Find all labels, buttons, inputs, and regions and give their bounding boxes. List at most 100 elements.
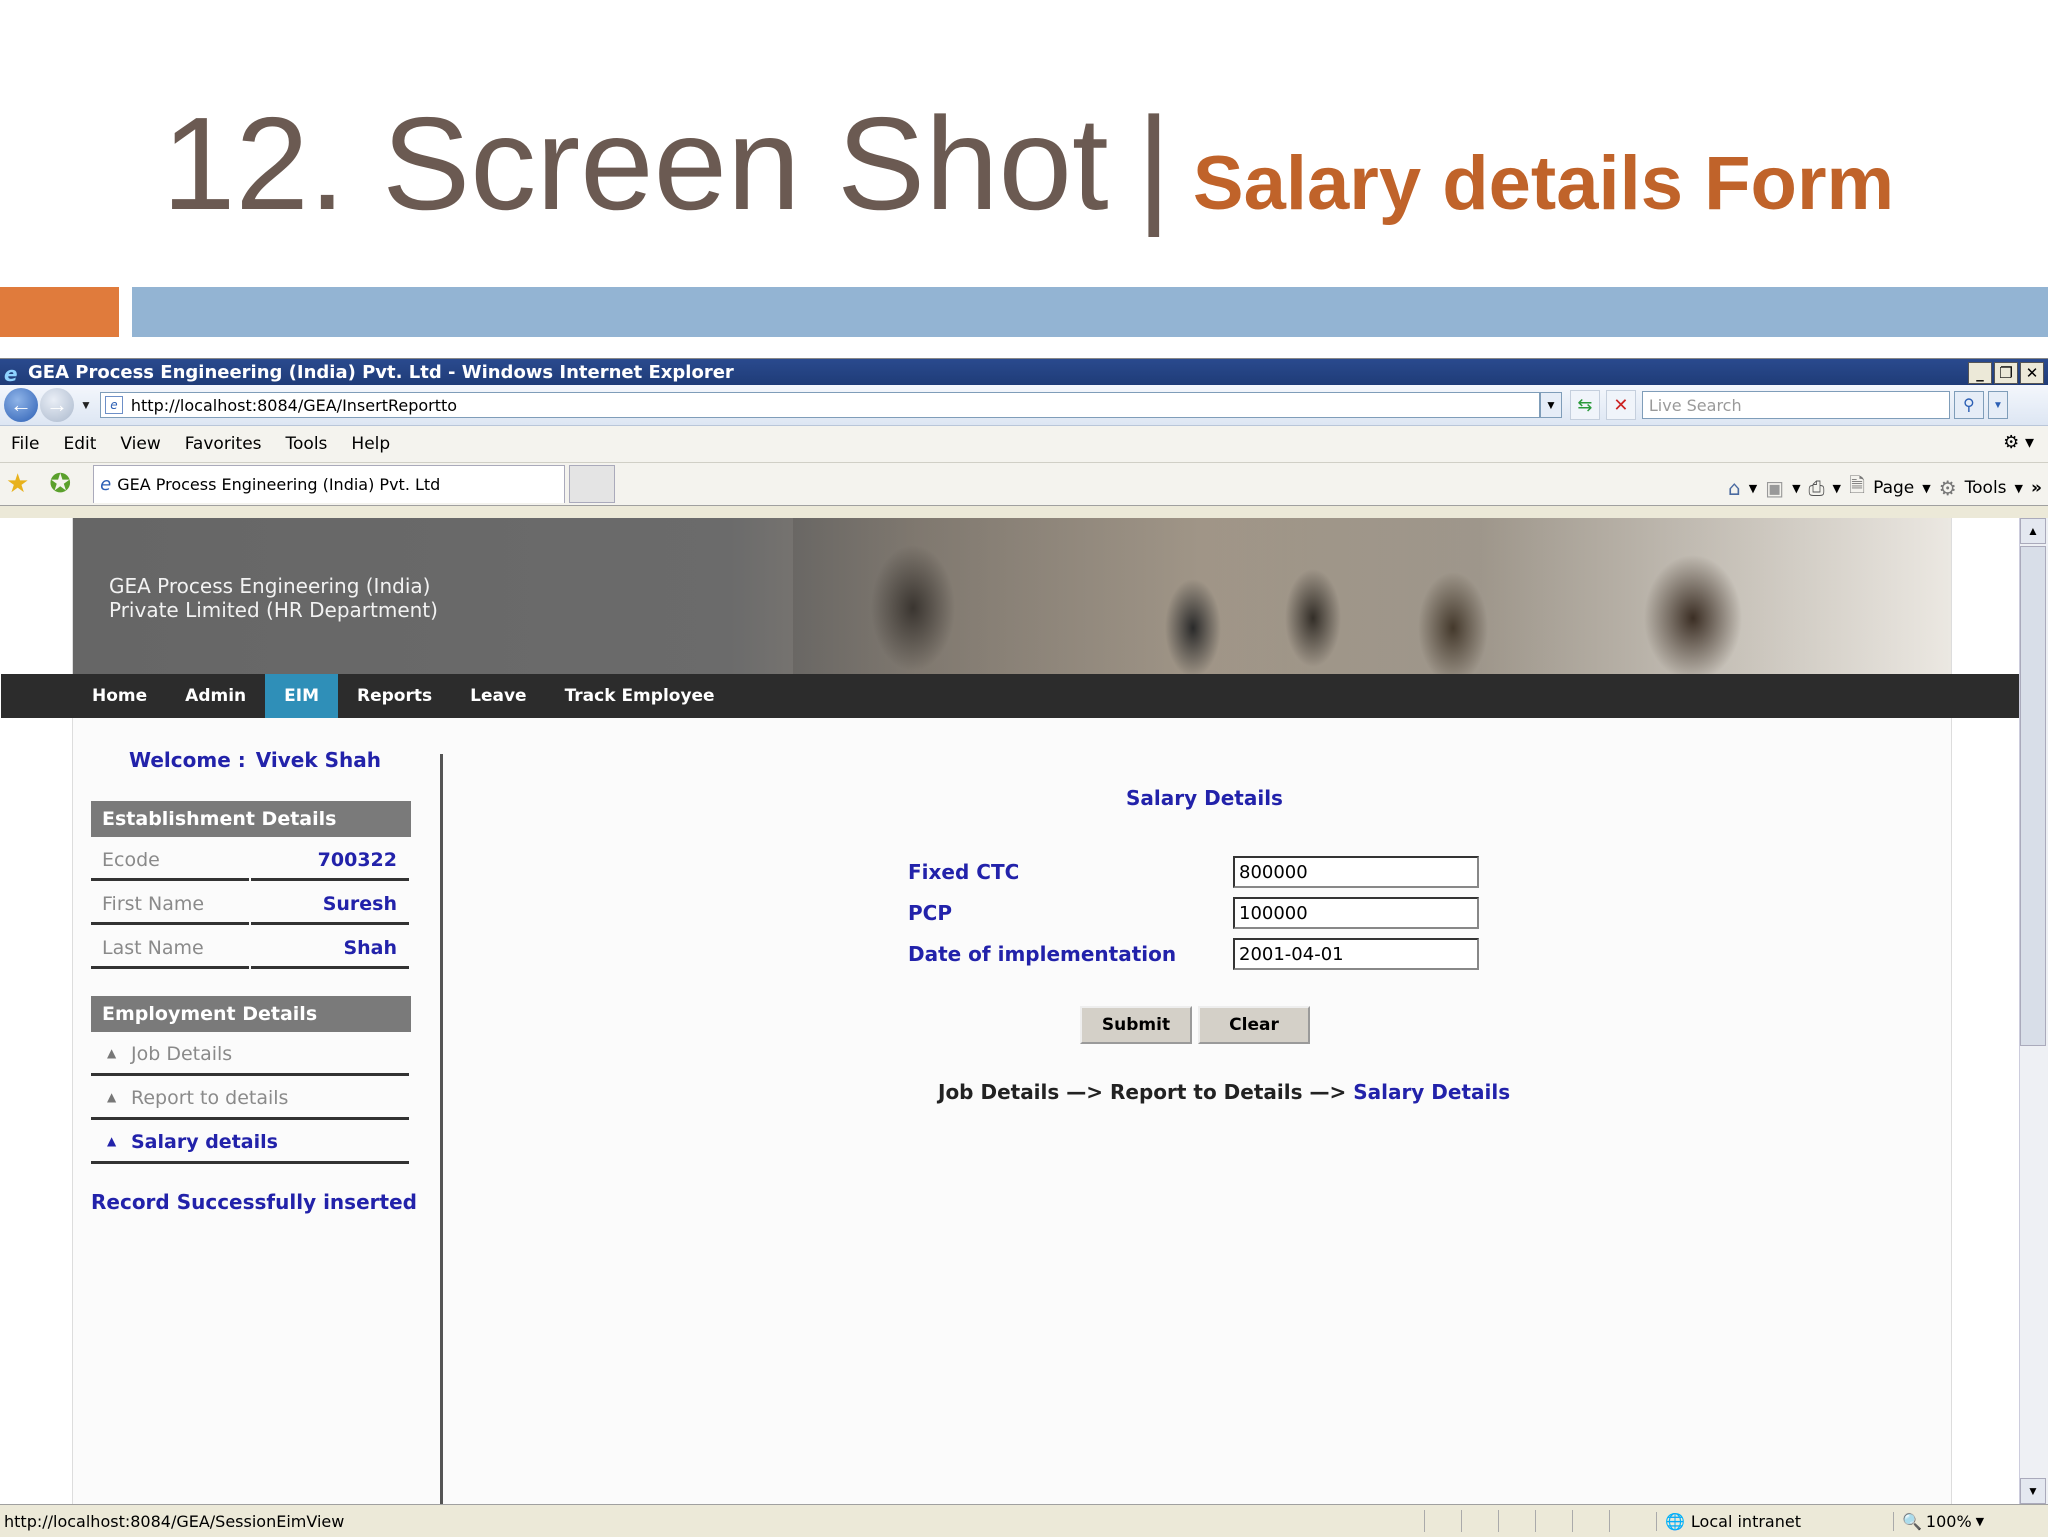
company-line-2: Private Limited (HR Department): [109, 598, 438, 622]
address-bar: ← → ▼ e http://localhost:8084/GEA/Insert…: [0, 385, 2048, 426]
favorites-bar: ★ ✪ e GEA Process Engineering (India) Pv…: [0, 463, 2048, 506]
stop-button[interactable]: ✕: [1605, 390, 1636, 420]
last-name-value: Shah: [343, 937, 397, 959]
date-of-implementation-input[interactable]: [1233, 938, 1479, 970]
url-field[interactable]: e http://localhost:8084/GEA/InsertReport…: [99, 392, 1540, 418]
tab-ie-icon: e: [100, 474, 112, 495]
restore-button[interactable]: ❐: [1994, 362, 2018, 384]
sidebar-link-salary-details[interactable]: ▲ Salary details: [91, 1122, 411, 1164]
tab-gea[interactable]: e GEA Process Engineering (India) Pvt. L…: [93, 465, 566, 503]
zoom-dropdown-icon[interactable]: ▼: [1976, 1515, 1984, 1528]
establishment-header: Establishment Details: [91, 801, 411, 837]
status-url: http://localhost:8084/GEA/SessionEimView: [4, 1511, 345, 1531]
sidebar-divider: [440, 754, 443, 1504]
user-name: Vivek Shah: [255, 748, 381, 772]
menu-tools[interactable]: Tools: [286, 434, 328, 454]
field-row-last-name: Last Name Shah: [91, 927, 411, 969]
page-menu-icon: 🗎: [1849, 473, 1866, 497]
home-icon[interactable]: ⌂: [1728, 476, 1741, 500]
search-input[interactable]: Live Search: [1641, 391, 1950, 419]
menu-bar: File Edit View Favorites Tools Help ⚙ ▾: [0, 426, 2048, 463]
zoom-level: 100%: [1925, 1511, 1972, 1531]
accent-band-blue: [132, 287, 2048, 337]
first-name-value: Suresh: [322, 893, 397, 915]
field-row-first-name: First Name Suresh: [91, 883, 411, 925]
zoom-icon: 🔍: [1902, 1511, 1922, 1531]
page-content: GEA Process Engineering (India) Private …: [0, 518, 2021, 1504]
minimize-button[interactable]: _: [1968, 362, 1992, 384]
status-bar: http://localhost:8084/GEA/SessionEimView…: [0, 1504, 2048, 1537]
zoom-control[interactable]: 🔍 100% ▼: [1893, 1511, 1984, 1531]
close-button[interactable]: ✕: [2020, 362, 2044, 384]
ie-logo-icon: e: [4, 362, 18, 386]
intranet-globe-icon: 🌐: [1665, 1511, 1685, 1531]
menu-file[interactable]: File: [11, 434, 39, 454]
menu-edit[interactable]: Edit: [63, 434, 96, 454]
nav-reports[interactable]: Reports: [338, 674, 451, 718]
new-tab-button[interactable]: [569, 465, 616, 503]
breadcrumb-current: Salary Details: [1353, 1080, 1511, 1104]
menu-help[interactable]: Help: [351, 434, 390, 454]
chevron-more-icon[interactable]: »: [2031, 478, 2042, 498]
submit-button[interactable]: Submit: [1080, 1006, 1192, 1044]
favorites-star-icon[interactable]: ★: [6, 469, 29, 499]
zone-label: Local intranet: [1690, 1511, 1801, 1531]
refresh-button[interactable]: ⇆: [1569, 390, 1600, 420]
scroll-thumb[interactable]: [2020, 546, 2046, 1046]
fixed-ctc-label: Fixed CTC: [908, 860, 1020, 884]
print-icon[interactable]: ⎙: [1809, 476, 1825, 500]
slide-title-sub: Salary details Form: [1192, 141, 1895, 226]
menu-favorites[interactable]: Favorites: [185, 434, 262, 454]
salary-details-label: Salary details: [131, 1131, 278, 1153]
breadcrumb-path: Job Details —> Report to Details —>: [938, 1080, 1347, 1104]
add-favorite-icon[interactable]: ✪: [49, 469, 71, 499]
form-title: Salary Details: [1126, 786, 1283, 810]
pcp-input[interactable]: [1233, 897, 1479, 929]
breadcrumb: Job Details —> Report to Details —> Sala…: [938, 1080, 1510, 1104]
menu-view[interactable]: View: [120, 434, 160, 454]
slide-title-separator: |: [1136, 90, 1171, 237]
site-nav: Home Admin EIM Reports Leave Track Emplo…: [1, 674, 2021, 718]
first-name-label: First Name: [102, 893, 205, 915]
last-name-label: Last Name: [102, 937, 204, 959]
tools-gear-icon: ⚙: [1938, 476, 1957, 500]
sidebar-link-job-details[interactable]: ▲ Job Details: [91, 1034, 411, 1076]
vertical-scrollbar[interactable]: ▲ ▼: [2019, 518, 2048, 1504]
command-bar: ⌂ ▼ ▣ ▼ ⎙ ▼ 🗎 Page ▼ ⚙ Tools ▼ »: [1728, 471, 2042, 505]
tools-menu-button[interactable]: Tools: [1965, 478, 2007, 498]
nav-home[interactable]: Home: [73, 674, 166, 718]
sidebar-link-report-to[interactable]: ▲ Report to details: [91, 1078, 411, 1120]
clear-button[interactable]: Clear: [1198, 1006, 1310, 1044]
security-zone: 🌐 Local intranet: [1656, 1511, 1885, 1531]
success-message: Record Successfully inserted: [91, 1190, 417, 1214]
search-options-icon[interactable]: ▼: [1987, 391, 2008, 419]
accent-band-orange: [0, 287, 119, 337]
scroll-up-icon[interactable]: ▲: [2020, 518, 2046, 544]
fixed-ctc-input[interactable]: [1233, 856, 1479, 888]
nav-leave[interactable]: Leave: [451, 674, 545, 718]
url-dropdown-icon[interactable]: ▼: [1539, 392, 1562, 418]
nav-track-employee[interactable]: Track Employee: [546, 674, 734, 718]
nav-admin[interactable]: Admin: [166, 674, 265, 718]
search-icon[interactable]: ⚲: [1953, 391, 1984, 419]
welcome-label: Welcome :: [129, 748, 246, 772]
url-text: http://localhost:8084/GEA/InsertReportto: [130, 395, 458, 415]
page-menu-button[interactable]: Page: [1873, 478, 1914, 498]
nav-eim[interactable]: EIM: [265, 674, 338, 718]
date-of-implementation-label: Date of implementation: [908, 942, 1177, 966]
scroll-down-icon[interactable]: ▼: [2020, 1478, 2046, 1504]
company-name: GEA Process Engineering (India) Private …: [109, 574, 438, 622]
report-to-label: Report to details: [131, 1087, 289, 1109]
welcome-text: Welcome : Vivek Shah: [129, 748, 381, 772]
forward-button[interactable]: →: [40, 388, 74, 422]
history-dropdown-icon[interactable]: ▼: [80, 398, 92, 412]
translate-icon[interactable]: ⚙ ▾: [2003, 432, 2034, 453]
window-titlebar: e GEA Process Engineering (India) Pvt. L…: [0, 359, 2048, 386]
feeds-icon[interactable]: ▣: [1765, 476, 1784, 500]
pcp-label: PCP: [908, 901, 952, 925]
bullet-icon: ▲: [107, 1134, 117, 1148]
back-button[interactable]: ←: [4, 388, 38, 422]
sidebar: Welcome : Vivek Shah Establishment Detail…: [73, 718, 443, 1504]
page-icon: e: [104, 396, 123, 414]
bullet-icon: ▲: [107, 1090, 117, 1104]
